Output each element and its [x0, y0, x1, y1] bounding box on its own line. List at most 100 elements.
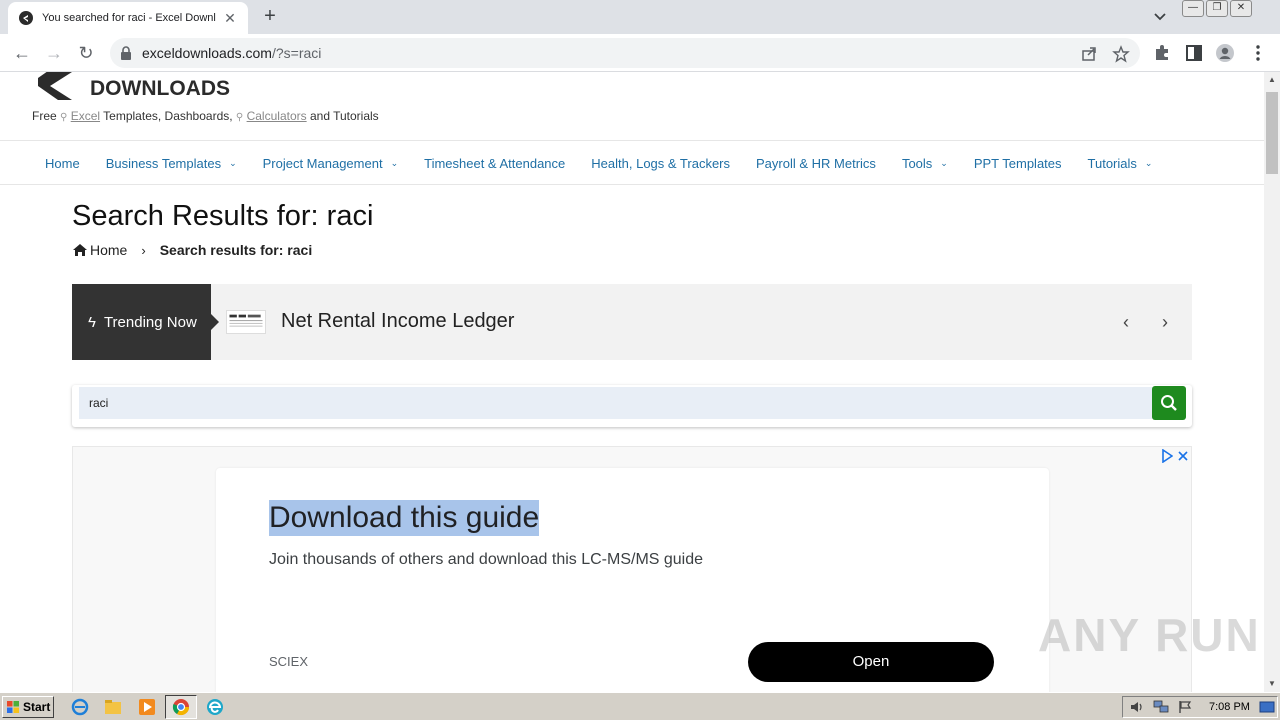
browser-toolbar: ← → ↻ exceldownloads.com/?s=raci	[0, 34, 1280, 72]
start-label: Start	[23, 700, 51, 714]
tagline-middle: Templates, Dashboards,	[103, 109, 233, 123]
nav-label: Home	[45, 155, 80, 171]
tab-title: You searched for raci - Excel Downloads	[42, 12, 216, 24]
restore-button[interactable]: ❐	[1206, 0, 1228, 17]
tab-search-chevron-icon[interactable]	[1152, 8, 1168, 24]
nav-item-tutorials[interactable]: Tutorials ⌄	[1088, 156, 1153, 171]
ad-choices[interactable]	[1161, 449, 1191, 465]
lock-icon[interactable]	[120, 46, 132, 60]
ad-play-icon[interactable]	[1161, 449, 1173, 463]
main-nav: Home Business Templates ⌄ Project Managem…	[32, 141, 1165, 185]
trending-bar: ϟ Trending Now Net Rental Income Ledger …	[72, 284, 1192, 360]
trending-item-link[interactable]: Net Rental Income Ledger	[281, 310, 514, 333]
trending-thumbnail[interactable]	[226, 310, 266, 334]
search-input[interactable]	[79, 387, 1153, 419]
start-button[interactable]: Start	[2, 696, 54, 718]
nav-label: Timesheet & Attendance	[424, 155, 566, 171]
system-tray: 7:08 PM	[1122, 696, 1278, 718]
scroll-down-arrow-icon[interactable]: ▼	[1264, 676, 1280, 692]
nav-item-tools[interactable]: Tools ⌄	[902, 156, 948, 171]
edge-icon[interactable]	[206, 698, 224, 716]
close-window-button[interactable]: ✕	[1230, 0, 1252, 17]
back-arrow-icon[interactable]: ←	[10, 41, 34, 65]
windows-flag-icon	[7, 701, 19, 713]
chevron-down-icon: ⌄	[1144, 157, 1153, 168]
ad-close-icon[interactable]	[1177, 449, 1189, 463]
tagline-link-calculators[interactable]: Calculators	[247, 109, 307, 123]
tagline-prefix: Free	[32, 109, 57, 123]
share-icon[interactable]	[1080, 45, 1098, 63]
action-center-flag-icon[interactable]	[1177, 700, 1193, 714]
trending-pointer	[211, 314, 219, 330]
chevron-down-icon: ⌄	[940, 157, 948, 168]
nav-divider	[0, 184, 1264, 185]
taskbar-clock[interactable]: 7:08 PM	[1209, 701, 1250, 713]
browser-tab[interactable]: You searched for raci - Excel Downloads …	[8, 2, 248, 34]
reload-icon[interactable]: ↻	[74, 41, 98, 65]
side-panel-icon[interactable]	[1184, 43, 1204, 63]
chevron-down-icon: ⌄	[229, 157, 237, 168]
nav-label: Health, Logs & Trackers	[591, 155, 731, 171]
nav-item-health-logs-trackers[interactable]: Health, Logs & Trackers	[591, 156, 730, 171]
site-tagline: Free ⚲ Excel Templates, Dashboards, ⚲ Ca…	[32, 109, 379, 123]
show-desktop-icon[interactable]	[1259, 700, 1275, 714]
nav-item-project-management[interactable]: Project Management ⌄	[263, 156, 399, 171]
scroll-up-arrow-icon[interactable]: ▲	[1264, 72, 1280, 88]
chevron-right-icon[interactable]: ›	[1155, 310, 1175, 334]
lightning-bolt-icon: ϟ	[88, 313, 96, 331]
watermark: ANY RUN	[1038, 609, 1261, 661]
nav-label: Tutorials	[1087, 155, 1137, 171]
nav-label: Project Management	[262, 155, 383, 171]
kebab-menu-icon[interactable]	[1248, 43, 1268, 63]
ad-subtitle: Join thousands of others and download th…	[269, 551, 704, 568]
minimize-button[interactable]: —	[1182, 0, 1204, 17]
page-scrollbar[interactable]: ▲ ▼	[1264, 72, 1280, 692]
profile-avatar-icon[interactable]	[1215, 43, 1235, 63]
site-logo[interactable]: EXCEL DOWNLOADS	[36, 72, 236, 102]
svg-text:DOWNLOADS: DOWNLOADS	[90, 77, 230, 100]
volume-icon[interactable]	[1129, 700, 1145, 714]
magnifier-icon: ⚲	[60, 112, 68, 123]
nav-label: Business Templates	[105, 155, 222, 171]
tab-close-icon[interactable]: ✕	[222, 10, 238, 26]
bookmark-star-icon[interactable]	[1112, 45, 1130, 63]
scroll-thumb[interactable]	[1266, 92, 1278, 174]
chevron-down-icon: ⌄	[390, 157, 399, 168]
breadcrumb-current: Search results for: raci	[159, 242, 313, 258]
chrome-task-button[interactable]	[165, 695, 197, 719]
new-tab-icon[interactable]: +	[260, 6, 280, 26]
network-icon[interactable]	[1153, 700, 1169, 714]
ad-open-button[interactable]: Open	[748, 642, 994, 682]
extensions-puzzle-icon[interactable]	[1152, 43, 1172, 63]
file-explorer-icon[interactable]	[104, 698, 122, 716]
media-player-icon[interactable]	[138, 698, 156, 716]
url-text: exceldownloads.com/?s=raci	[142, 45, 321, 61]
home-icon[interactable]	[72, 243, 88, 257]
ad-title[interactable]: Download this guide	[269, 500, 540, 536]
search-button[interactable]	[1152, 386, 1186, 420]
tagline-link-excel[interactable]: Excel	[71, 109, 100, 123]
browser-tab-strip: You searched for raci - Excel Downloads …	[0, 0, 1280, 34]
forward-arrow-icon[interactable]: →	[42, 41, 66, 65]
chrome-icon	[172, 699, 190, 716]
ad-card[interactable]: Download this guide Join thousands of ot…	[216, 468, 1049, 692]
nav-item-ppt-templates[interactable]: PPT Templates	[974, 156, 1062, 171]
site-favicon-icon	[19, 11, 33, 25]
search-icon	[1161, 395, 1177, 411]
chevron-left-icon[interactable]: ‹	[1116, 310, 1136, 334]
breadcrumb-home-link[interactable]: Home	[90, 242, 127, 258]
magnifier-icon: ⚲	[235, 112, 244, 123]
address-bar[interactable]: exceldownloads.com/?s=raci	[110, 38, 1140, 68]
nav-item-timesheet-attendance[interactable]: Timesheet & Attendance	[424, 156, 565, 171]
internet-explorer-icon[interactable]	[71, 698, 89, 716]
url-host: exceldownloads.com	[142, 45, 272, 61]
trending-label-text: Trending Now	[103, 313, 197, 331]
nav-item-payroll-hr[interactable]: Payroll & HR Metrics	[756, 156, 876, 171]
nav-item-home[interactable]: Home	[45, 156, 80, 171]
windows-taskbar: Start 7:08 PM	[0, 692, 1280, 720]
nav-label: PPT Templates	[973, 155, 1062, 171]
trending-label: ϟ Trending Now	[72, 284, 211, 360]
url-path: /?s=raci	[271, 45, 322, 61]
nav-item-business-templates[interactable]: Business Templates ⌄	[106, 156, 237, 171]
page-viewport: EXCEL DOWNLOADS Free ⚲ Excel Templates, …	[0, 72, 1264, 692]
